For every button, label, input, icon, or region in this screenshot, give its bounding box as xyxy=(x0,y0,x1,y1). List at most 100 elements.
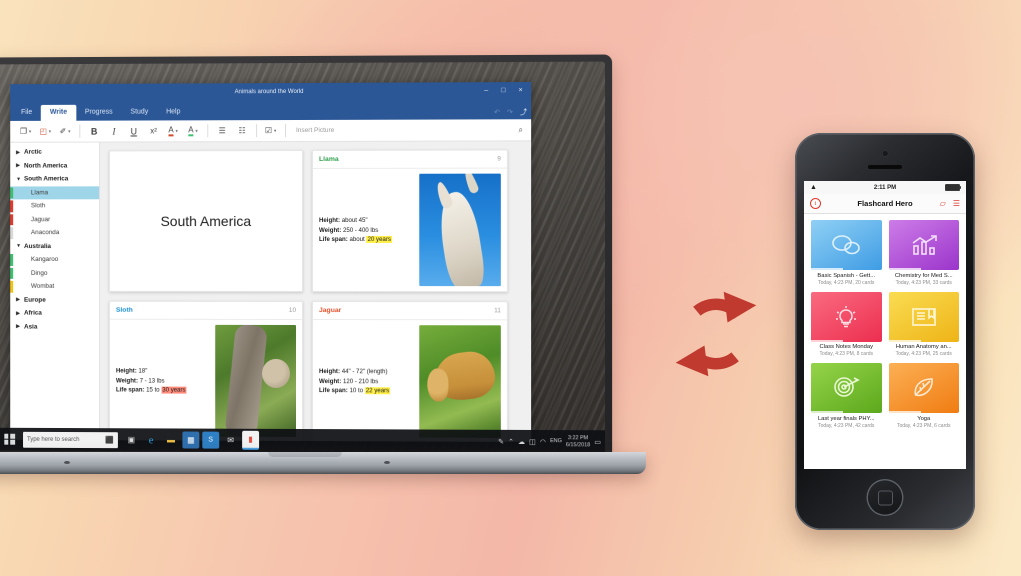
deck-item[interactable]: Human Anatomy an... Today, 4:23 PM, 25 c… xyxy=(888,291,959,357)
deck-item[interactable]: Last year finals PHY... Today, 4:23 PM, … xyxy=(811,363,882,429)
deck-name: Class Notes Monday xyxy=(819,344,873,350)
chevron-right-icon[interactable]: ▶ xyxy=(16,310,24,316)
file-explorer-icon[interactable]: ▬ xyxy=(163,431,180,448)
highlight-color-button[interactable]: A ▼ xyxy=(183,120,203,141)
volume-tray-icon[interactable]: ◠ xyxy=(540,438,546,446)
undo-icon[interactable]: ↶ xyxy=(494,108,500,116)
taskbar-clock[interactable]: 3:22 PM 6/15/2018 xyxy=(566,435,590,449)
clear-formatting-button[interactable]: ◰ ▼ xyxy=(36,121,56,142)
tab-study[interactable]: Study xyxy=(122,105,158,121)
insert-picture-button[interactable]: Insert Picture xyxy=(296,127,334,134)
sidebar-item-asia[interactable]: ▶ Asia xyxy=(10,320,99,334)
sidebar-item-wombat[interactable]: Wombat xyxy=(10,280,99,293)
numbered-list-button[interactable]: ☷ xyxy=(232,120,252,141)
chevron-right-icon[interactable]: ▶ xyxy=(16,324,24,330)
onedrive-tray-icon[interactable]: ☁ xyxy=(518,437,525,445)
sidebar-item-anaconda[interactable]: Anaconda xyxy=(10,226,99,239)
flashcard-canvas[interactable]: South America Llama 9 Height: about 45" … xyxy=(100,141,531,443)
folder-icon[interactable]: ▱ xyxy=(940,199,946,208)
chevron-down-icon[interactable]: ▼ xyxy=(48,129,52,134)
sidebar-item-africa[interactable]: ▶ Africa xyxy=(10,307,99,321)
deck-grid[interactable]: Basic Spanish - Gett... Today, 4:23 PM, … xyxy=(804,214,966,435)
tab-file[interactable]: File xyxy=(10,105,41,121)
home-button[interactable] xyxy=(866,479,904,516)
sync-arrows-icon xyxy=(664,286,768,382)
edge-browser-icon[interactable]: e xyxy=(143,431,160,448)
deck-thumbnail[interactable] xyxy=(888,291,959,342)
tab-progress[interactable]: Progress xyxy=(76,105,122,121)
sidebar-item-australia[interactable]: ▼ Australia xyxy=(10,240,99,253)
chevron-right-icon[interactable]: ▶ xyxy=(16,149,24,155)
chevron-down-icon[interactable]: ▼ xyxy=(273,128,277,133)
deck-item[interactable]: Class Notes Monday Today, 4:23 PM, 8 car… xyxy=(811,291,882,357)
chevron-down-icon[interactable]: ▼ xyxy=(28,129,32,134)
window-title-bar[interactable]: Animals around the World – □ × xyxy=(10,82,532,102)
deck-thumbnail[interactable] xyxy=(811,363,882,413)
flashcard-llama[interactable]: Llama 9 Height: about 45" Weight: 250 - … xyxy=(311,149,508,293)
microphone-icon[interactable]: ⬛ xyxy=(105,436,114,444)
flashcard-jaguar[interactable]: Jaguar 11 Height: 44" - 72" (length) Wei… xyxy=(311,301,508,443)
sidebar-item-sloth[interactable]: Sloth xyxy=(10,199,99,213)
fact-label: Height: xyxy=(115,367,137,375)
search-icon[interactable]: ⌕ xyxy=(519,125,526,135)
sidebar-item-north-america[interactable]: ▶ North America xyxy=(10,159,99,173)
show-hidden-icons-icon[interactable]: ⌃ xyxy=(508,437,514,445)
title-flashcard[interactable]: South America xyxy=(109,149,303,293)
skype-icon[interactable]: S xyxy=(202,431,220,449)
microsoft-store-icon[interactable]: ▦ xyxy=(182,431,200,449)
tab-help[interactable]: Help xyxy=(157,104,189,120)
share-icon[interactable]: ⤴ xyxy=(520,107,527,117)
deck-item[interactable]: Chemistry for Med S... Today, 4:23 PM, 3… xyxy=(888,220,959,286)
sidebar-item-south-america[interactable]: ▼ South America xyxy=(10,172,99,186)
bold-button[interactable]: B xyxy=(84,121,104,142)
pen-tray-icon[interactable]: ✎ xyxy=(498,437,504,445)
deck-thumbnail[interactable] xyxy=(888,363,959,413)
format-painter-button[interactable]: ✐ ▼ xyxy=(56,121,76,142)
list-view-icon[interactable]: ☰ xyxy=(953,199,960,208)
task-view-icon[interactable]: ▣ xyxy=(123,431,140,448)
redo-icon[interactable]: ↷ xyxy=(507,108,513,116)
font-color-button[interactable]: A ▼ xyxy=(164,120,184,141)
close-button[interactable]: × xyxy=(512,82,529,99)
deck-thumbnail[interactable] xyxy=(888,220,959,270)
italic-button[interactable]: I xyxy=(104,121,124,142)
sidebar-item-dingo[interactable]: Dingo xyxy=(10,266,99,279)
tab-write[interactable]: Write xyxy=(41,104,77,121)
chevron-right-icon[interactable]: ▶ xyxy=(16,163,24,169)
chevron-down-icon[interactable]: ▼ xyxy=(195,128,199,133)
checkbox-list-button[interactable]: ☑ ▼ xyxy=(261,120,281,141)
notifications-icon[interactable]: ▭ xyxy=(594,438,601,446)
info-icon[interactable]: i xyxy=(810,198,821,209)
chevron-down-icon[interactable]: ▼ xyxy=(16,243,24,249)
sidebar-item-llama[interactable]: Llama xyxy=(10,185,100,200)
deck-item[interactable]: Yoga Today, 4:23 PM, 6 cards xyxy=(888,363,959,429)
sidebar-item-europe[interactable]: ▶ Europe xyxy=(10,293,99,307)
flashcard-hero-window[interactable]: Animals around the World – □ × File Writ… xyxy=(10,82,532,443)
chevron-right-icon[interactable]: ▶ xyxy=(16,297,24,303)
chevron-down-icon[interactable]: ▼ xyxy=(67,129,71,134)
deck-thumbnail[interactable] xyxy=(811,220,882,270)
topic-tree-sidebar[interactable]: ▶ Arctic ▶ North America ▼ South America Ll… xyxy=(10,142,101,441)
maximize-button[interactable]: □ xyxy=(495,82,512,99)
bulleted-list-button[interactable]: ☰ xyxy=(212,120,232,141)
paste-button[interactable]: ❐ ▼ xyxy=(16,121,36,142)
superscript-button[interactable]: x² xyxy=(144,120,164,141)
flashcard-sloth[interactable]: Sloth 10 Height: 18" Weight: 7 - 13 lbs … xyxy=(109,300,303,443)
sidebar-item-arctic[interactable]: ▶ Arctic xyxy=(10,146,99,160)
input-language-indicator[interactable]: ENG xyxy=(550,438,562,445)
chevron-down-icon[interactable]: ▼ xyxy=(16,176,24,182)
mail-icon[interactable]: ✉ xyxy=(222,432,239,449)
chevron-down-icon[interactable]: ▼ xyxy=(175,128,179,133)
sidebar-item-kangaroo[interactable]: Kangaroo xyxy=(10,253,99,266)
network-tray-icon[interactable]: ◫ xyxy=(529,438,536,446)
windows-taskbar[interactable]: Type here to search ⬛ ▣ e ▬ ▦ S ✉ ▮ ✎ ⌃ … xyxy=(0,427,606,454)
minimize-button[interactable]: – xyxy=(478,82,495,99)
underline-button[interactable]: U xyxy=(124,121,144,142)
progress-bar xyxy=(888,268,921,270)
flashcard-hero-app-icon[interactable]: ▮ xyxy=(242,430,260,450)
deck-item[interactable]: Basic Spanish - Gett... Today, 4:23 PM, … xyxy=(811,220,882,286)
deck-thumbnail[interactable] xyxy=(811,291,882,342)
sidebar-item-jaguar[interactable]: Jaguar xyxy=(10,213,99,226)
search-input[interactable]: Type here to search ⬛ xyxy=(23,431,118,448)
start-button[interactable] xyxy=(0,428,22,451)
